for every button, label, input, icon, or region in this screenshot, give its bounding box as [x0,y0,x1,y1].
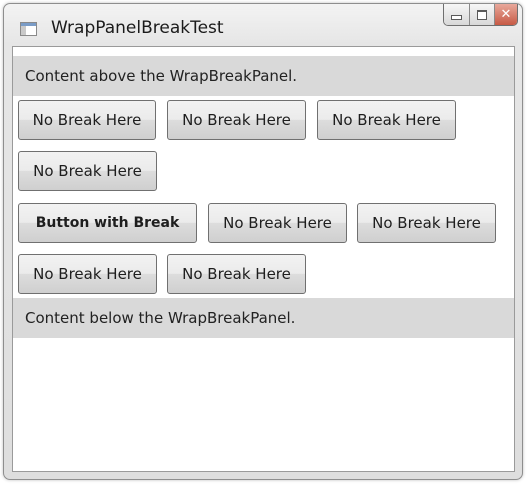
maximize-icon [477,9,487,20]
close-button[interactable]: ✕ [495,4,517,25]
no-break-button-5[interactable]: No Break Here [208,203,347,243]
client-area: Content above the WrapBreakPanel. No Bre… [12,46,515,472]
content-above-label: Content above the WrapBreakPanel. [13,56,514,96]
window-title: WrapPanelBreakTest [51,18,224,38]
no-break-button-3[interactable]: No Break Here [317,100,456,140]
maximize-button[interactable] [470,4,495,25]
title-bar[interactable]: WrapPanelBreakTest ✕ [4,4,522,46]
no-break-button-7[interactable]: No Break Here [18,254,157,294]
no-break-button-4[interactable]: No Break Here [18,151,157,191]
close-icon: ✕ [500,7,512,22]
no-break-button-6[interactable]: No Break Here [357,203,496,243]
no-break-button-8[interactable]: No Break Here [167,254,306,294]
window-app-icon[interactable] [20,22,37,36]
minimize-icon [451,15,462,20]
no-break-button-1[interactable]: No Break Here [18,100,156,140]
button-with-break[interactable]: Button with Break [18,203,197,243]
caption-buttons: ✕ [443,4,518,26]
app-window: WrapPanelBreakTest ✕ Content above the W… [3,3,523,480]
no-break-button-2[interactable]: No Break Here [167,100,306,140]
content-below-label: Content below the WrapBreakPanel. [13,298,514,338]
minimize-button[interactable] [444,4,470,25]
